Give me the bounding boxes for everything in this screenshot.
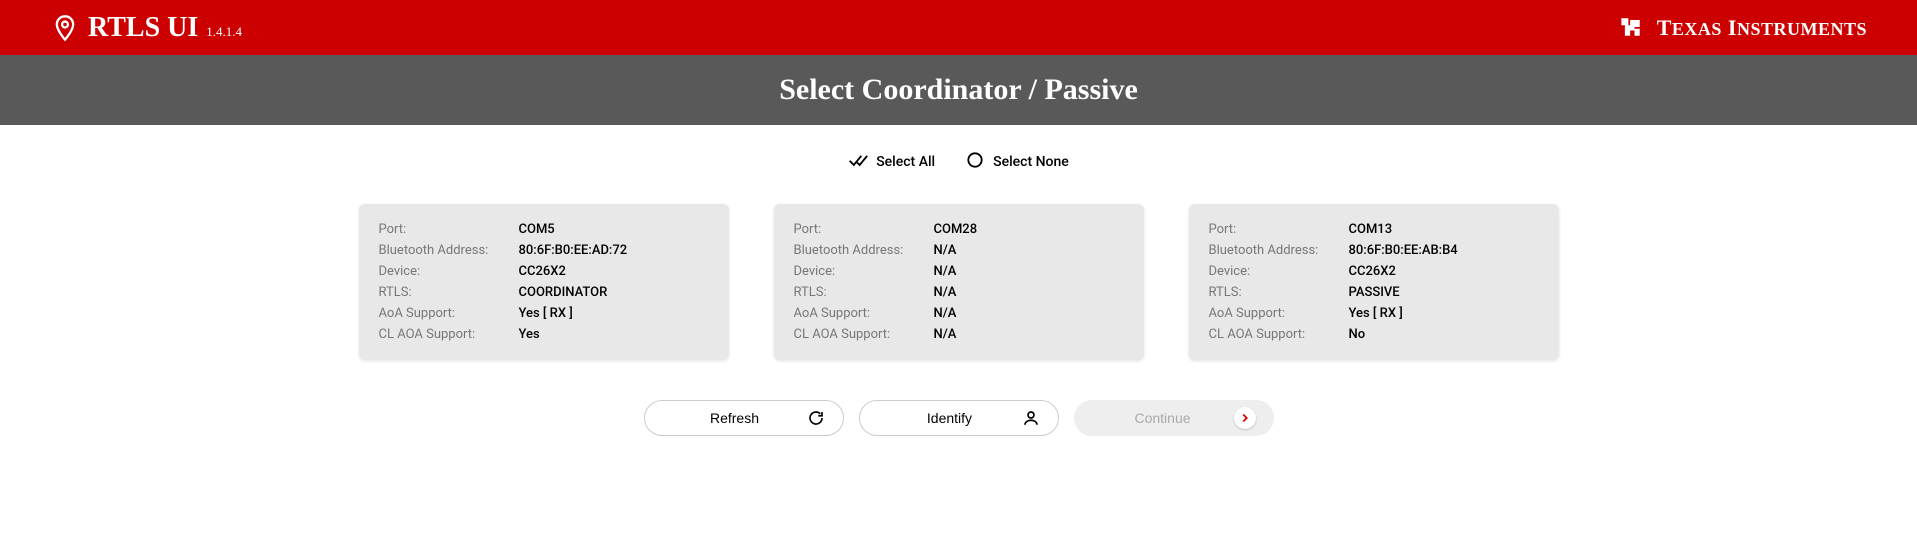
field-label: Device:: [1209, 264, 1349, 279]
device-row-port: Port: COM28: [794, 222, 1124, 237]
device-row-claoa: CL AOA Support: Yes: [379, 327, 709, 342]
select-all-check-icon: [848, 150, 868, 174]
device-row-rtls: RTLS: PASSIVE: [1209, 285, 1539, 300]
field-label: AoA Support:: [794, 306, 934, 321]
select-all-button[interactable]: Select All: [848, 150, 935, 174]
select-none-label: Select None: [993, 154, 1069, 170]
device-row-rtls: RTLS: N/A: [794, 285, 1124, 300]
field-label: RTLS:: [379, 285, 519, 300]
field-label: Device:: [794, 264, 934, 279]
device-row-bt: Bluetooth Address: 80:6F:B0:EE:AD:72: [379, 243, 709, 258]
field-value: CC26X2: [519, 264, 566, 279]
select-controls: Select All Select None: [0, 150, 1917, 174]
field-label: CL AOA Support:: [1209, 327, 1349, 342]
device-row-aoa: AoA Support: N/A: [794, 306, 1124, 321]
select-none-circle-icon: [965, 150, 985, 174]
header-left: RTLS UI 1.4.1.4: [50, 12, 242, 44]
field-label: AoA Support:: [1209, 306, 1349, 321]
device-cards: Port: COM5 Bluetooth Address: 80:6F:B0:E…: [0, 204, 1917, 360]
action-buttons: Refresh Identify Continue: [0, 400, 1917, 436]
field-value: CC26X2: [1349, 264, 1396, 279]
device-card[interactable]: Port: COM5 Bluetooth Address: 80:6F:B0:E…: [359, 204, 729, 360]
field-label: Device:: [379, 264, 519, 279]
field-label: Bluetooth Address:: [1209, 243, 1349, 258]
field-value: COM13: [1349, 222, 1393, 237]
page-title: Select Coordinator / Passive: [779, 73, 1138, 107]
field-value: PASSIVE: [1349, 285, 1400, 300]
refresh-label: Refresh: [663, 410, 807, 426]
refresh-icon: [807, 409, 825, 427]
device-row-device: Device: CC26X2: [379, 264, 709, 279]
subheader: Select Coordinator / Passive: [0, 55, 1917, 125]
field-value: N/A: [934, 285, 957, 300]
field-label: Bluetooth Address:: [379, 243, 519, 258]
app-header: RTLS UI 1.4.1.4 TEXAS INSTRUMENTS: [0, 0, 1917, 55]
continue-button[interactable]: Continue: [1074, 400, 1274, 436]
main-content: Select All Select None Port: COM5 Blueto…: [0, 125, 1917, 461]
ti-logo-icon: [1617, 13, 1647, 43]
identify-label: Identify: [878, 410, 1022, 426]
device-row-claoa: CL AOA Support: N/A: [794, 327, 1124, 342]
field-value: No: [1349, 327, 1366, 342]
chevron-right-icon: [1234, 407, 1256, 429]
field-value: COORDINATOR: [519, 285, 608, 300]
device-row-port: Port: COM5: [379, 222, 709, 237]
field-label: Port:: [794, 222, 934, 237]
refresh-button[interactable]: Refresh: [644, 400, 844, 436]
select-none-button[interactable]: Select None: [965, 150, 1069, 174]
field-label: Port:: [1209, 222, 1349, 237]
device-row-bt: Bluetooth Address: N/A: [794, 243, 1124, 258]
device-card[interactable]: Port: COM13 Bluetooth Address: 80:6F:B0:…: [1189, 204, 1559, 360]
field-label: AoA Support:: [379, 306, 519, 321]
field-value: N/A: [934, 306, 957, 321]
field-value: COM5: [519, 222, 555, 237]
person-icon: [1022, 409, 1040, 427]
device-row-port: Port: COM13: [1209, 222, 1539, 237]
field-value: 80:6F:B0:EE:AD:72: [519, 243, 628, 258]
device-row-rtls: RTLS: COORDINATOR: [379, 285, 709, 300]
field-value: N/A: [934, 327, 957, 342]
device-row-device: Device: CC26X2: [1209, 264, 1539, 279]
device-row-bt: Bluetooth Address: 80:6F:B0:EE:AB:B4: [1209, 243, 1539, 258]
device-row-device: Device: N/A: [794, 264, 1124, 279]
field-value: Yes: [519, 327, 540, 342]
field-value: N/A: [934, 243, 957, 258]
field-value: Yes [ RX ]: [519, 306, 573, 321]
device-row-claoa: CL AOA Support: No: [1209, 327, 1539, 342]
device-row-aoa: AoA Support: Yes [ RX ]: [1209, 306, 1539, 321]
identify-button[interactable]: Identify: [859, 400, 1059, 436]
device-row-aoa: AoA Support: Yes [ RX ]: [379, 306, 709, 321]
device-card[interactable]: Port: COM28 Bluetooth Address: N/A Devic…: [774, 204, 1144, 360]
field-label: RTLS:: [1209, 285, 1349, 300]
field-label: CL AOA Support:: [794, 327, 934, 342]
app-version: 1.4.1.4: [206, 24, 242, 40]
app-title: RTLS UI: [88, 12, 198, 44]
location-pin-icon: [50, 13, 80, 43]
field-label: Bluetooth Address:: [794, 243, 934, 258]
field-label: RTLS:: [794, 285, 934, 300]
field-label: CL AOA Support:: [379, 327, 519, 342]
field-value: 80:6F:B0:EE:AB:B4: [1349, 243, 1458, 258]
field-value: Yes [ RX ]: [1349, 306, 1403, 321]
select-all-label: Select All: [876, 154, 935, 170]
field-label: Port:: [379, 222, 519, 237]
field-value: N/A: [934, 264, 957, 279]
field-value: COM28: [934, 222, 978, 237]
continue-label: Continue: [1092, 410, 1234, 426]
ti-brand-text: TEXAS INSTRUMENTS: [1657, 15, 1867, 41]
ti-brand: TEXAS INSTRUMENTS: [1617, 13, 1867, 43]
